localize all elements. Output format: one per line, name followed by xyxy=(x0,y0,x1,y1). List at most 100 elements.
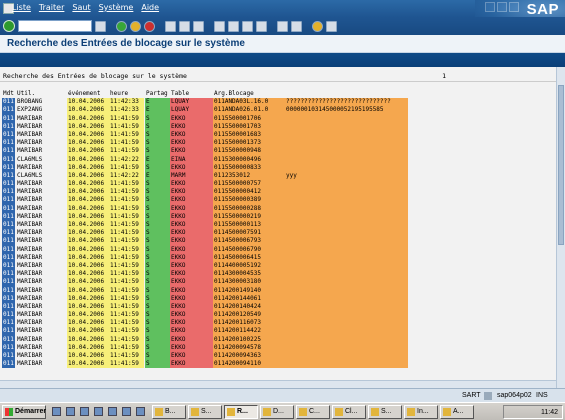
menu-bar: Liste Traiter Saut Système Aide SAP xyxy=(0,0,565,34)
table-row[interactable]: 011 MARIBAR 10.04.2006 11:41:59 S EKKO 0115500… xyxy=(0,130,556,140)
table-row[interactable]: 011 MARIBAR 10.04.2006 11:41:59 S EKKO 0115500… xyxy=(0,180,556,189)
table-row[interactable]: 011 MARIBAR 10.04.2006 11:41:59 S EKKO 0115500… xyxy=(0,204,556,213)
quicklaunch-media-icon[interactable] xyxy=(94,407,103,416)
table-row[interactable]: 011 MARIBAR 10.04.2006 11:41:59 S EKKO 0115500… xyxy=(0,221,556,230)
back-icon[interactable] xyxy=(116,20,127,32)
cell-time: 11:41:59 xyxy=(109,180,144,189)
save-icon[interactable] xyxy=(95,20,106,32)
cell-table: EKKO xyxy=(170,270,213,279)
next-page-icon[interactable] xyxy=(242,20,253,32)
table-row[interactable]: 011 MARIBAR 10.04.2006 11:41:59 S EKKO 0114400… xyxy=(0,261,556,271)
table-row[interactable]: 011 MARIBAR 10.04.2006 11:41:59 S EKKO 0114200… xyxy=(0,327,556,336)
menu-item-2[interactable]: Saut xyxy=(72,3,90,12)
table-row[interactable]: 011 MARIBAR 10.04.2006 11:41:59 S EKKO 0115500… xyxy=(0,188,556,197)
help-icon[interactable] xyxy=(312,20,323,32)
cell-user: MARIBAR xyxy=(16,163,66,172)
table-row[interactable]: 011 EXP2ANG 10.04.2006 11:42:33 E LQUAY 011AND… xyxy=(0,106,556,115)
cell-lock-argument: 0115500000833 xyxy=(213,163,285,172)
quicklaunch-web-icon[interactable] xyxy=(122,407,131,416)
table-row[interactable]: 011 CLA6MLS 10.04.2006 11:42:22 E EINA 0115300… xyxy=(0,155,556,164)
cell-lock-argument: 0115300000496 xyxy=(213,155,285,164)
table-row[interactable]: 011 BROBANG 10.04.2006 11:42:33 E LQUAY 011AND… xyxy=(0,98,556,107)
cell-time: 11:42:33 xyxy=(109,106,144,115)
taskbar-button[interactable]: R... xyxy=(224,405,258,419)
cell-date: 10.04.2006 xyxy=(67,180,109,189)
cell-table: EKKO xyxy=(170,245,213,254)
status-info-icon[interactable] xyxy=(484,392,492,400)
taskbar-button[interactable]: S... xyxy=(368,405,402,419)
table-row[interactable]: 011 MARIBAR 10.04.2006 11:41:59 S EKKO 0114200… xyxy=(0,311,556,320)
exit-icon[interactable] xyxy=(130,20,141,32)
table-row[interactable]: 011 MARIBAR 10.04.2006 11:41:59 S EKKO 0114500… xyxy=(0,245,556,254)
taskbar-button[interactable]: B... xyxy=(152,405,186,419)
cell-share: S xyxy=(145,188,170,197)
table-row[interactable]: 011 MARIBAR 10.04.2006 11:41:59 S EKKO 0115500… xyxy=(0,147,556,156)
print-icon[interactable] xyxy=(165,20,176,32)
cell-client: 011 xyxy=(2,278,15,287)
cell-lock-argument: 0114200114422 xyxy=(213,327,285,336)
taskbar-button[interactable]: S... xyxy=(188,405,222,419)
quicklaunch-app-icon[interactable] xyxy=(108,407,117,416)
last-page-icon[interactable] xyxy=(256,20,267,32)
table-row[interactable]: 011 MARIBAR 10.04.2006 11:41:59 S EKKO 0114500… xyxy=(0,237,556,246)
cell-table: EKKO xyxy=(170,237,213,246)
table-row[interactable]: 011 MARIBAR 10.04.2006 11:41:59 S EKKO 0114200… xyxy=(0,302,556,312)
table-row[interactable]: 011 MARIBAR 10.04.2006 11:41:59 S EKKO 0115500… xyxy=(0,139,556,148)
command-field[interactable] xyxy=(18,20,92,32)
cell-share: S xyxy=(145,221,170,230)
table-row[interactable]: 011 MARIBAR 10.04.2006 11:41:59 S EKKO 0114500… xyxy=(0,229,556,238)
quicklaunch-desktop-icon[interactable] xyxy=(52,407,61,416)
quicklaunch-mail-icon[interactable] xyxy=(80,407,89,416)
table-row[interactable]: 011 MARIBAR 10.04.2006 11:41:59 S EKKO 0114200… xyxy=(0,335,556,344)
table-row[interactable]: 011 MARIBAR 10.04.2006 11:41:59 S EKKO 0114500… xyxy=(0,253,556,262)
start-button[interactable]: Démarrer xyxy=(2,405,46,419)
table-row[interactable]: 011 MARIBAR 10.04.2006 11:41:59 S EKKO 0114200… xyxy=(0,360,556,369)
menu-item-0[interactable]: Liste xyxy=(12,3,31,12)
cell-user: MARIBAR xyxy=(16,343,66,352)
horizontal-scrollbar[interactable] xyxy=(0,380,556,388)
cell-date: 10.04.2006 xyxy=(67,237,109,246)
cell-table: EKKO xyxy=(170,360,213,369)
table-row[interactable]: 011 MARIBAR 10.04.2006 11:41:59 S EKKO 0115500… xyxy=(0,196,556,205)
vertical-scrollbar[interactable] xyxy=(556,67,565,388)
scrollbar-thumb[interactable] xyxy=(558,85,564,245)
shortcut-icon[interactable] xyxy=(291,20,302,32)
column-header-user: Util. xyxy=(17,90,36,97)
menu-item-1[interactable]: Traiter xyxy=(39,3,64,12)
table-row[interactable]: 011 MARIBAR 10.04.2006 11:41:59 S EKKO 0115500… xyxy=(0,114,556,123)
taskbar-button[interactable]: C... xyxy=(296,405,330,419)
layout-menu-icon[interactable] xyxy=(326,20,337,32)
cell-user: MARIBAR xyxy=(16,319,66,328)
quicklaunch-explorer-icon[interactable] xyxy=(66,407,75,416)
enter-icon[interactable] xyxy=(3,20,15,32)
cancel-icon[interactable] xyxy=(144,20,155,32)
find-icon[interactable] xyxy=(179,20,190,32)
find-next-icon[interactable] xyxy=(193,20,204,32)
table-row[interactable]: 011 MARIBAR 10.04.2006 11:41:59 S EKKO 0115500… xyxy=(0,212,556,221)
table-row[interactable]: 011 MARIBAR 10.04.2006 11:41:59 S EKKO 0115500… xyxy=(0,163,556,172)
table-row[interactable]: 011 MARIBAR 10.04.2006 11:41:59 S EKKO 0114200… xyxy=(0,343,556,352)
table-row[interactable]: 011 MARIBAR 10.04.2006 11:41:59 S EKKO 0114200… xyxy=(0,294,556,303)
table-row[interactable]: 011 MARIBAR 10.04.2006 11:41:59 S EKKO 0114200… xyxy=(0,286,556,295)
new-session-icon[interactable] xyxy=(277,20,288,32)
first-page-icon[interactable] xyxy=(214,20,225,32)
table-row[interactable]: 011 MARIBAR 10.04.2006 11:41:59 S EKKO 0115500… xyxy=(0,122,556,131)
cell-date: 10.04.2006 xyxy=(67,302,109,312)
menu-item-4[interactable]: Aide xyxy=(141,3,159,12)
cell-lock-argument: 0114300003180 xyxy=(213,278,285,287)
app-icon xyxy=(299,408,307,416)
taskbar-button[interactable]: In... xyxy=(404,405,438,419)
table-row[interactable]: 011 MARIBAR 10.04.2006 11:41:59 S EKKO 0114300… xyxy=(0,278,556,287)
table-row[interactable]: 011 MARIBAR 10.04.2006 11:41:59 S EKKO 0114200… xyxy=(0,319,556,328)
previous-page-icon[interactable] xyxy=(228,20,239,32)
menu-item-3[interactable]: Système xyxy=(99,3,134,12)
taskbar-button[interactable]: D... xyxy=(260,405,294,419)
quicklaunch-tool-icon[interactable] xyxy=(136,407,145,416)
taskbar-button[interactable]: A... xyxy=(440,405,474,419)
cell-client: 011 xyxy=(2,237,15,246)
table-row[interactable]: 011 MARIBAR 10.04.2006 11:41:59 S EKKO 0114200… xyxy=(0,352,556,361)
table-row[interactable]: 011 MARIBAR 10.04.2006 11:41:59 S EKKO 0114300… xyxy=(0,270,556,279)
table-row[interactable]: 011 CLA6MLS 10.04.2006 11:42:22 E MARM 0112353… xyxy=(0,171,556,181)
taskbar-button[interactable]: Cl... xyxy=(332,405,366,419)
cell-lock-argument: 0115500000219 xyxy=(213,212,285,221)
